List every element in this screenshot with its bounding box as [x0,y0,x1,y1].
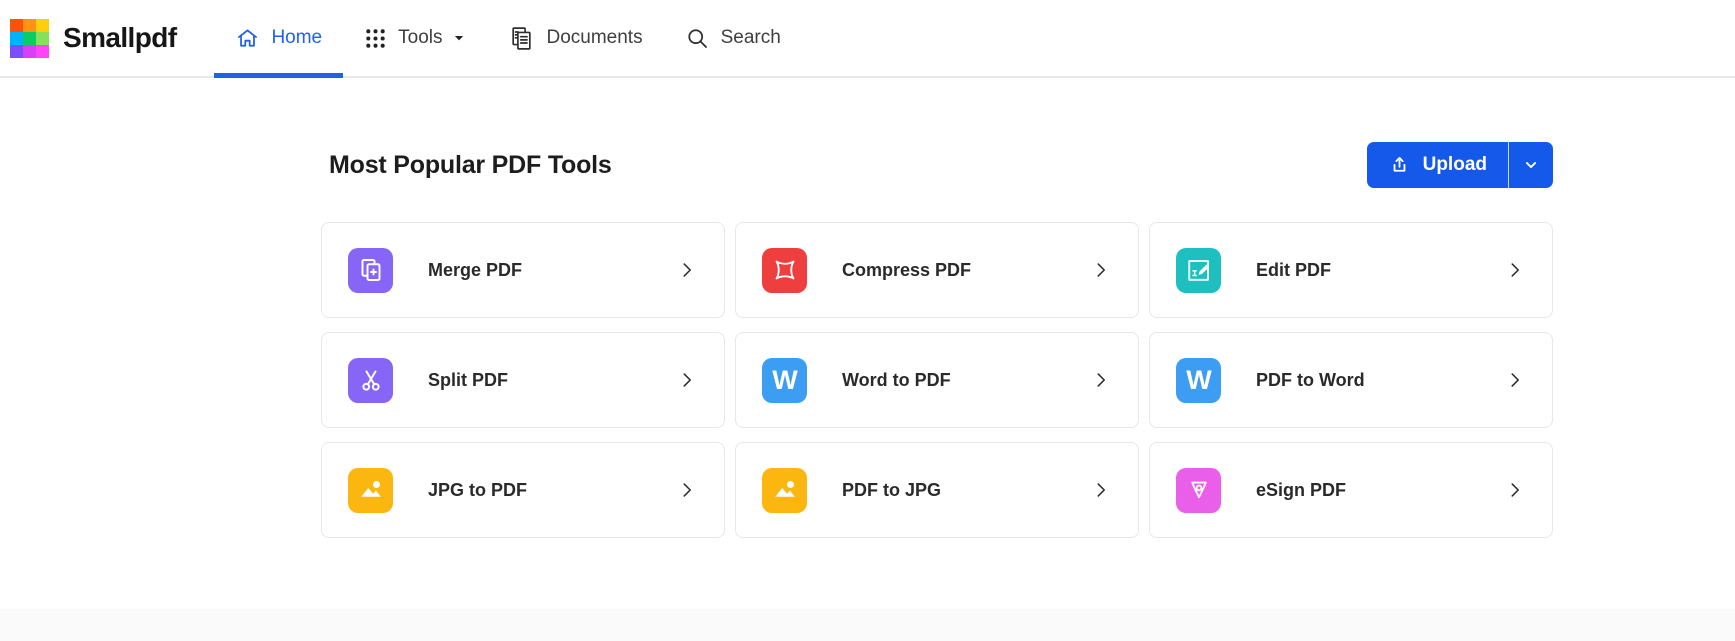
active-tab-underline [214,73,344,78]
smallpdf-logo-icon [10,18,49,58]
upload-split-button: Upload [1366,142,1553,188]
tool-card-label: Word to PDF [842,369,951,390]
chevron-down-icon [1525,162,1537,168]
nav-item-label: Documents [546,27,643,48]
word-glyph: W [772,364,798,395]
tool-grid: Merge PDF Compress PDF Edit PDF Split PD… [321,222,1553,538]
nav-item-label: Search [720,27,781,48]
upload-button[interactable]: Upload [1367,142,1509,188]
word-icon: W [1176,357,1221,403]
smallpdf-logo[interactable]: Smallpdf [10,0,202,76]
tool-card-compress-pdf[interactable]: Compress PDF [735,222,1139,318]
grid-icon [366,28,385,48]
tool-card-label: PDF to Word [1256,369,1365,390]
merge-pdf-icon [348,247,393,293]
main-nav: Home Tools Documents Search [214,0,802,78]
upload-button-label: Upload [1422,154,1487,175]
tool-card-label: eSign PDF [1256,479,1347,500]
logo-cell [10,18,23,32]
tool-card-label: Split PDF [428,369,508,390]
tool-card-edit-pdf[interactable]: Edit PDF [1149,222,1553,318]
chevron-right-icon [683,483,691,497]
tool-card-label: JPG to PDF [428,479,528,500]
chevron-right-icon [1511,263,1519,277]
nav-item-label: Tools [398,27,443,48]
documents-icon [512,26,532,50]
nav-item-tools[interactable]: Tools [343,0,487,76]
tool-card-esign-pdf[interactable]: eSign PDF [1149,442,1553,538]
home-icon [238,28,258,47]
brand-name: Smallpdf [63,22,177,53]
search-icon [687,28,707,48]
chevron-right-icon [1097,263,1105,277]
tool-card-pdf-to-word[interactable]: W PDF to Word [1149,332,1553,428]
split-pdf-icon [348,357,393,403]
upload-options-button[interactable] [1509,142,1553,188]
logo-cell [36,31,49,45]
chevron-right-icon [1511,483,1519,497]
section-header: Most Popular PDF Tools Upload [321,142,1553,188]
upload-icon [1393,156,1406,172]
main-content: Most Popular PDF Tools Upload Merge PDF … [321,142,1553,538]
nav-item-search[interactable]: Search [664,0,802,76]
nav-item-documents[interactable]: Documents [487,0,663,76]
top-navbar: Smallpdf Home Tools Documents Search [0,0,1735,78]
tool-card-word-to-pdf[interactable]: W Word to PDF [735,332,1139,428]
word-glyph: W [1186,364,1212,395]
logo-cell [23,44,36,58]
word-icon: W [762,357,807,403]
logo-cell [23,31,36,45]
chevron-right-icon [1097,483,1105,497]
tool-card-split-pdf[interactable]: Split PDF [321,332,725,428]
tool-card-label: Edit PDF [1256,259,1331,280]
esign-pdf-icon [1176,467,1221,513]
logo-cell [10,44,23,58]
compress-pdf-icon [762,247,807,293]
logo-cell [36,18,49,32]
tool-card-label: Compress PDF [842,259,972,280]
chevron-right-icon [1511,373,1519,387]
logo-cell [10,31,23,45]
edit-pdf-icon [1176,247,1221,293]
tool-card-jpg-to-pdf[interactable]: JPG to PDF [321,442,725,538]
footer-strip [0,609,1735,641]
tool-card-merge-pdf[interactable]: Merge PDF [321,222,725,318]
nav-item-label: Home [271,27,323,48]
page-title: Most Popular PDF Tools [329,150,612,179]
nav-item-home[interactable]: Home [214,0,344,78]
chevron-right-icon [1097,373,1105,387]
image-icon [762,467,807,513]
logo-cell [36,44,49,58]
chevron-right-icon [683,373,691,387]
tool-card-label: Merge PDF [428,259,523,280]
image-icon [348,467,393,513]
chevron-right-icon [683,263,691,277]
tool-card-label: PDF to JPG [842,479,942,500]
tool-card-pdf-to-jpg[interactable]: PDF to JPG [735,442,1139,538]
logo-cell [23,18,36,32]
chevron-down-icon [455,35,464,41]
